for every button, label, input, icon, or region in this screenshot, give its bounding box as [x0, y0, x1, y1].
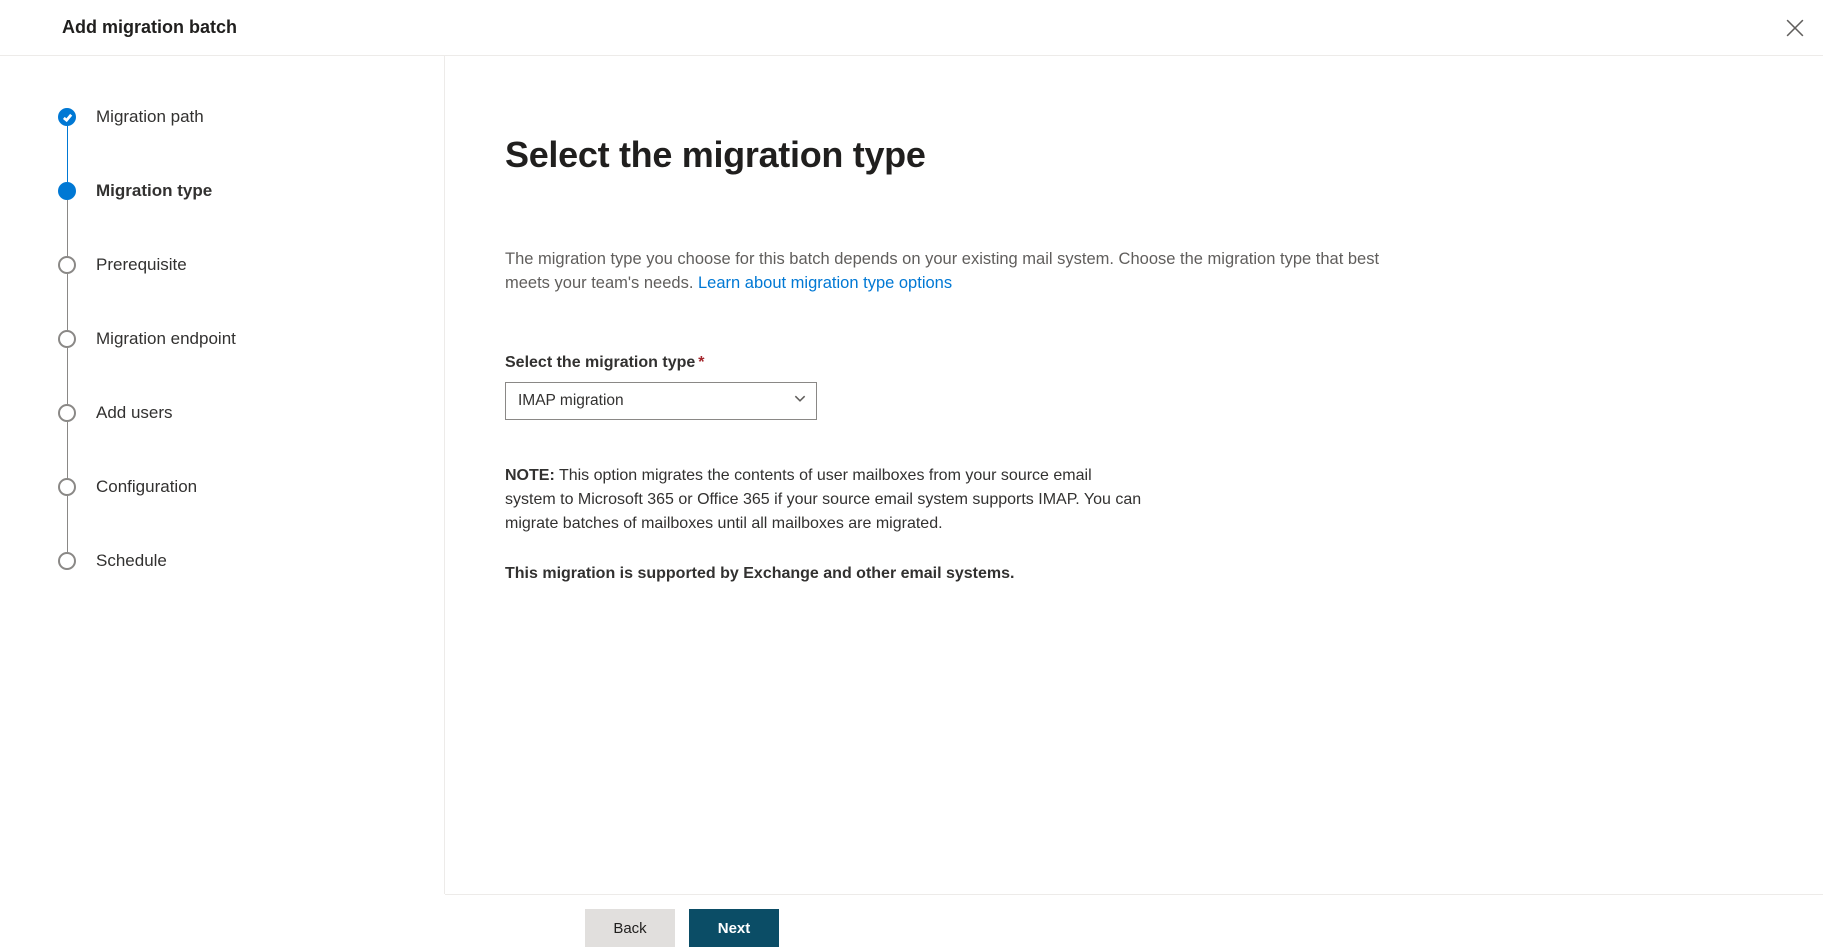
- step-label: Configuration: [96, 478, 197, 496]
- step-status-icon: [58, 330, 76, 348]
- close-icon: [1786, 19, 1804, 37]
- step-label: Migration type: [96, 182, 212, 200]
- step-connector: [67, 200, 69, 256]
- panel-header: Add migration batch: [0, 0, 1823, 56]
- required-indicator: *: [698, 354, 704, 371]
- step-status-icon: [58, 108, 76, 126]
- step-connector: [67, 348, 69, 404]
- migration-type-select[interactable]: IMAP migration: [505, 382, 817, 420]
- step-label: Schedule: [96, 552, 167, 570]
- page-title: Select the migration type: [505, 134, 1763, 176]
- step-connector: [67, 496, 69, 552]
- step-status-icon: [58, 552, 76, 570]
- step-status-icon: [58, 478, 76, 496]
- step-connector: [67, 126, 69, 182]
- next-button[interactable]: Next: [689, 909, 779, 947]
- step-migration-type[interactable]: Migration type: [58, 182, 444, 256]
- step-label: Migration path: [96, 108, 204, 126]
- step-connector: [67, 422, 69, 478]
- step-status-icon: [58, 256, 76, 274]
- panel-body: Migration path Migration type Prerequisi…: [0, 56, 1823, 894]
- step-configuration[interactable]: Configuration: [58, 478, 444, 552]
- step-add-users[interactable]: Add users: [58, 404, 444, 478]
- close-button[interactable]: [1781, 14, 1809, 42]
- step-status-icon: [58, 404, 76, 422]
- back-button[interactable]: Back: [585, 909, 675, 947]
- step-schedule[interactable]: Schedule: [58, 552, 444, 572]
- migration-type-label: Select the migration type*: [505, 354, 1763, 372]
- step-connector: [67, 274, 69, 330]
- migration-note: NOTE: This option migrates the contents …: [505, 464, 1145, 586]
- step-migration-path[interactable]: Migration path: [58, 108, 444, 182]
- wizard-footer: Back Next: [445, 894, 1823, 947]
- migration-type-label-text: Select the migration type: [505, 354, 695, 371]
- note-body: This option migrates the contents of use…: [505, 467, 1141, 532]
- intro-text: The migration type you choose for this b…: [505, 248, 1385, 296]
- note-prefix: NOTE:: [505, 467, 555, 484]
- step-prerequisite[interactable]: Prerequisite: [58, 256, 444, 330]
- step-label: Prerequisite: [96, 256, 187, 274]
- migration-type-selected-value: IMAP migration: [518, 392, 624, 410]
- learn-more-link[interactable]: Learn about migration type options: [698, 274, 952, 292]
- step-label: Add users: [96, 404, 173, 422]
- wizard-content: Select the migration type The migration …: [445, 56, 1823, 894]
- check-icon: [62, 112, 73, 123]
- migration-type-select-wrap: IMAP migration: [505, 382, 817, 420]
- step-status-icon: [58, 182, 76, 200]
- wizard-steps-sidebar: Migration path Migration type Prerequisi…: [0, 56, 445, 894]
- panel-title: Add migration batch: [62, 17, 237, 38]
- step-migration-endpoint[interactable]: Migration endpoint: [58, 330, 444, 404]
- note-support: This migration is supported by Exchange …: [505, 562, 1145, 586]
- step-label: Migration endpoint: [96, 330, 236, 348]
